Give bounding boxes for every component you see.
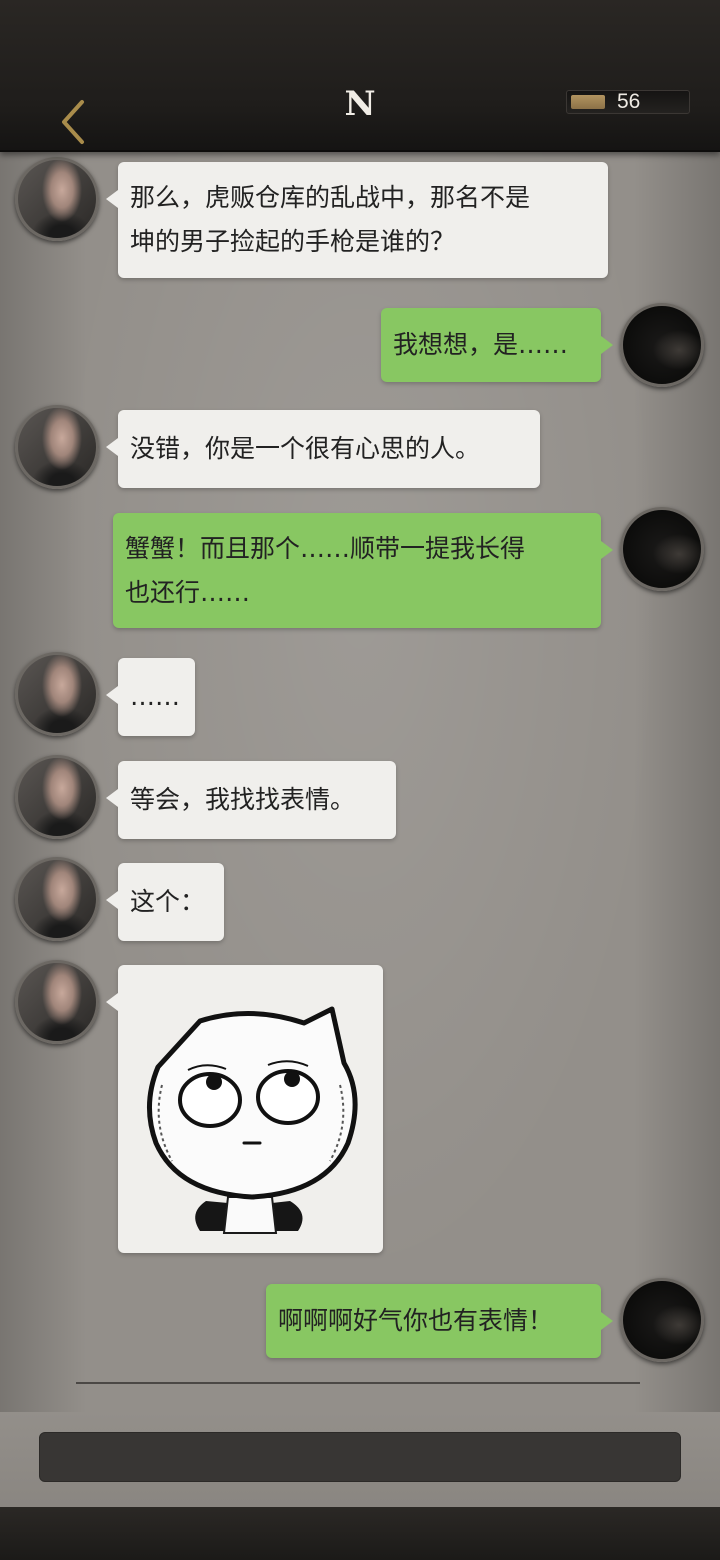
input-bar — [0, 1412, 720, 1507]
message-text: 也还行…… — [125, 578, 251, 607]
header-bar: N 56 — [0, 0, 720, 152]
chat-divider — [76, 1382, 640, 1384]
message-bubble-incoming: 等会，我找找表情。 — [106, 761, 396, 839]
message-text: 啊啊啊好气你也有表情！ — [278, 1306, 554, 1335]
message-text: 我想想，是…… — [393, 330, 569, 359]
message-text: 坤的男子捡起的手枪是谁的？ — [130, 227, 456, 256]
message-bubble-outgoing: 蟹蟹！而且那个……顺带一提我长得 也还行…… — [113, 513, 613, 628]
message-bubble-incoming: 那么，虎贩仓库的乱战中，那名不是 坤的男子捡起的手枪是谁的？ — [106, 162, 608, 278]
message-bubble-outgoing: 啊啊啊好气你也有表情！ — [266, 1284, 613, 1358]
contact-avatar[interactable] — [15, 960, 99, 1044]
message-text: 没错，你是一个很有心思的人。 — [130, 434, 481, 463]
currency-value: 56 — [617, 90, 641, 113]
message-text: …… — [130, 682, 180, 711]
message-bubble-incoming: 没错，你是一个很有心思的人。 — [106, 410, 540, 488]
my-avatar[interactable] — [620, 1278, 704, 1362]
rolling-eyes-cat-sticker — [146, 1006, 358, 1234]
contact-avatar[interactable] — [15, 405, 99, 489]
sticker-message[interactable] — [106, 965, 383, 1253]
contact-avatar[interactable] — [15, 652, 99, 736]
contact-avatar[interactable] — [15, 157, 99, 241]
my-avatar[interactable] — [620, 303, 704, 387]
message-input[interactable] — [39, 1432, 681, 1482]
chat-area[interactable]: 那么，虎贩仓库的乱战中，那名不是 坤的男子捡起的手枪是谁的？ 我想想，是…… 没… — [0, 152, 720, 1412]
message-bubble-incoming: 这个： — [106, 863, 224, 941]
message-text: 蟹蟹！而且那个……顺带一提我长得 — [125, 534, 526, 563]
message-text: 那么，虎贩仓库的乱战中，那名不是 — [130, 183, 531, 212]
message-text: 这个： — [130, 887, 206, 916]
bottom-bar — [0, 1507, 720, 1560]
currency-counter: 56 — [566, 90, 690, 114]
gold-bar-icon — [571, 95, 605, 109]
message-text: 等会，我找找表情。 — [130, 785, 356, 814]
message-bubble-outgoing: 我想想，是…… — [381, 308, 613, 382]
my-avatar[interactable] — [620, 507, 704, 591]
contact-avatar[interactable] — [15, 857, 99, 941]
message-bubble-incoming: …… — [106, 658, 195, 736]
contact-avatar[interactable] — [15, 755, 99, 839]
